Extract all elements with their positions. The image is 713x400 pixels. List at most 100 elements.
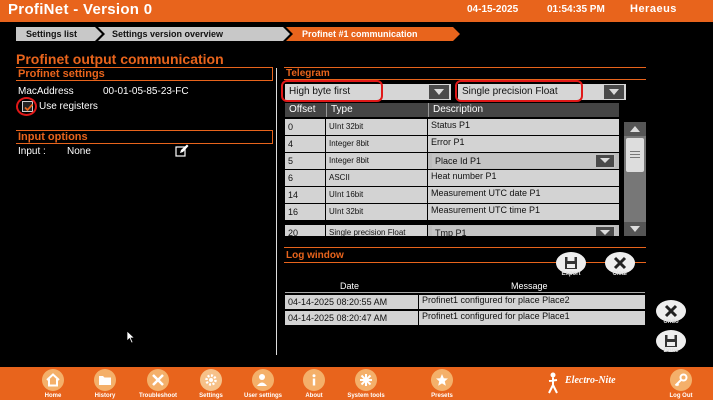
log-row[interactable]: 04-14-2025 08:20:55 AM Profinet1 configu… (285, 295, 645, 309)
troubleshoot-label: Troubleshoot (139, 393, 177, 399)
chevron-down-icon (596, 155, 614, 167)
mouse-cursor-icon (126, 330, 136, 344)
cell-type: Integer 8bit (326, 153, 427, 169)
log-message: Profinet1 configured for place Place2 (419, 295, 645, 309)
home-label: Home (44, 393, 62, 399)
log-window-heading: Log window (286, 250, 344, 261)
chevron-down-icon (604, 85, 624, 99)
input-label: Input : (18, 146, 46, 157)
cell-type: ASCII (326, 170, 427, 186)
cell-type: UInt 16bit (326, 187, 427, 203)
user-settings-label: User settings (243, 393, 282, 399)
gear-icon (200, 369, 222, 391)
highlight-box (455, 80, 583, 102)
save-icon (665, 335, 677, 347)
info-icon (303, 369, 325, 391)
cell-offset: 0 (285, 119, 325, 135)
cell-offset: 6 (285, 170, 325, 186)
table-row[interactable]: 20 Single precision Float Tmp P1 (285, 225, 619, 236)
highlight-box (281, 80, 383, 102)
divider (272, 67, 273, 81)
user-gear-icon (252, 369, 274, 391)
edit-icon[interactable] (175, 144, 189, 158)
log-row[interactable]: 04-14-2025 08:20:47 AM Profinet1 configu… (285, 311, 645, 325)
brand-logo: Heraeus (630, 3, 677, 15)
log-date: 04-14-2025 08:20:47 AM (285, 311, 418, 325)
folder-icon (94, 369, 116, 391)
breadcrumb-settings-list[interactable]: Settings list (16, 27, 102, 41)
column-header-description: Description (433, 104, 484, 115)
scroll-down-icon[interactable] (624, 222, 646, 236)
settings-button[interactable]: Settings (184, 369, 236, 400)
logout-button[interactable]: Log Out (654, 369, 706, 400)
cell-type: Integer 8bit (326, 136, 427, 152)
chevron-down-icon (596, 227, 614, 236)
scroll-up-icon[interactable] (624, 122, 646, 136)
close-icon (664, 304, 678, 318)
cell-type: UInt 32bit (326, 119, 427, 135)
log-date: 04-14-2025 08:20:55 AM (285, 295, 418, 309)
header-date: 04-15-2025 (467, 4, 519, 15)
divider (16, 80, 272, 81)
scroll-thumb[interactable] (626, 138, 644, 172)
divider (272, 130, 273, 144)
star-icon (431, 369, 453, 391)
troubleshoot-button[interactable]: Troubleshoot (131, 369, 183, 400)
breadcrumb-profinet-communication: Profinet #1 communication (286, 27, 460, 41)
cell-type: UInt 32bit (326, 204, 427, 220)
chevron-down-icon (429, 85, 449, 99)
cell-description: Error P1 (428, 136, 619, 152)
table-row[interactable]: 16 UInt 32bit Measurement UTC time P1 (285, 204, 619, 220)
cell-type: Single precision Float (326, 225, 427, 236)
table-row[interactable]: 4 Integer 8bit Error P1 (285, 136, 619, 152)
log-message: Profinet1 configured for place Place1 (419, 311, 645, 325)
panel-separator (276, 68, 277, 355)
column-header-date: Date (340, 281, 360, 291)
app-title: ProfiNet - Version 0 (8, 1, 153, 18)
cell-description: Tmp P1 (428, 225, 619, 236)
tmp-value: Tmp P1 (435, 228, 467, 236)
about-button[interactable]: About (287, 369, 339, 400)
telegram-heading: Telegram (286, 68, 330, 79)
system-tools-button[interactable]: System tools (339, 369, 391, 400)
presets-button[interactable]: Presets (415, 369, 467, 400)
undo-label: Undo (663, 319, 679, 325)
cell-description: Heat number P1 (428, 170, 619, 186)
highlight-ring (16, 97, 37, 116)
history-button[interactable]: History (78, 369, 130, 400)
input-options-heading: Input options (18, 131, 88, 143)
divider (16, 143, 272, 144)
about-label: About (305, 393, 323, 399)
history-label: History (94, 393, 116, 399)
tmp-select[interactable]: Tmp P1 (432, 226, 615, 236)
cell-offset: 5 (285, 153, 325, 169)
cell-description: Status P1 (428, 119, 619, 135)
table-row[interactable]: 5 Integer 8bit Place Id P1 (285, 153, 619, 169)
table-row[interactable]: 0 UInt 32bit Status P1 (285, 119, 619, 135)
home-button[interactable]: Home (26, 369, 78, 400)
divider (284, 67, 646, 68)
mac-address-label: MacAddress (18, 86, 74, 97)
telegram-table: 0 UInt 32bit Status P1 4 Integer 8bit Er… (285, 119, 619, 236)
place-id-select[interactable]: Place Id P1 (432, 154, 615, 168)
header-time: 01:54:35 PM (547, 4, 605, 15)
system-tools-icon (355, 369, 377, 391)
cell-description: Measurement UTC date P1 (428, 187, 619, 203)
telegram-table-header: Offset Type Description (285, 103, 619, 117)
settings-label: Settings (199, 393, 223, 399)
use-registers-label: Use registers (39, 101, 98, 112)
input-value: None (67, 146, 91, 157)
telegram-scrollbar[interactable] (624, 122, 646, 236)
column-header-type: Type (331, 104, 353, 115)
user-settings-button[interactable]: User settings (236, 369, 288, 400)
cell-offset: 20 (285, 225, 325, 236)
breadcrumb-settings-version-overview[interactable]: Settings version overview (98, 27, 290, 41)
divider (284, 262, 646, 263)
export-label: Export (561, 271, 581, 277)
table-row[interactable]: 6 ASCII Heat number P1 (285, 170, 619, 186)
cell-description: Measurement UTC time P1 (428, 204, 619, 220)
divider (285, 292, 645, 293)
place-id-value: Place Id P1 (435, 156, 482, 166)
electro-nite-logo: Electro-Nite (565, 375, 616, 386)
table-row[interactable]: 14 UInt 16bit Measurement UTC date P1 (285, 187, 619, 203)
